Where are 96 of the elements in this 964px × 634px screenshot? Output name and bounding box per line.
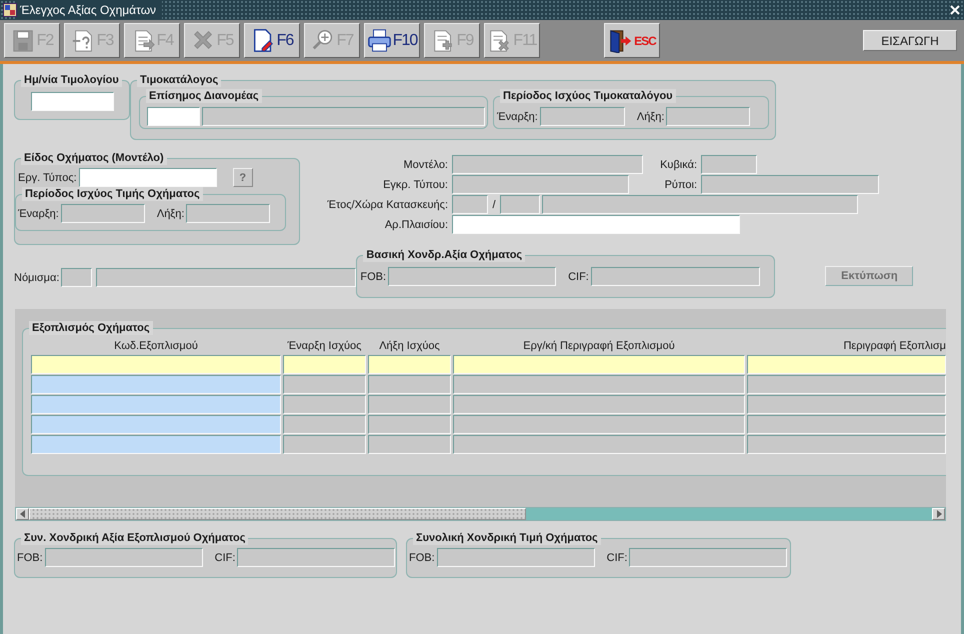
input-field[interactable]: [452, 155, 643, 174]
field-label: FOB:: [360, 270, 386, 282]
column-header: Κωδ.Εξοπλισμού: [113, 339, 199, 354]
field-label: CIF:: [568, 270, 589, 282]
input-field[interactable]: [388, 267, 556, 286]
column-header: Λήξη Ισχύος: [378, 339, 441, 354]
input-field[interactable]: [452, 195, 488, 214]
input-field[interactable]: [701, 155, 757, 174]
table-cell[interactable]: [368, 375, 451, 394]
toolbar-button[interactable]: ESC: [604, 23, 660, 58]
input-field[interactable]: [147, 107, 200, 126]
table-cell[interactable]: [747, 435, 946, 454]
input-field[interactable]: [237, 548, 396, 567]
table-cell[interactable]: [453, 375, 745, 394]
input-field[interactable]: [186, 204, 270, 223]
input-field[interactable]: [542, 195, 858, 214]
toolbar-button[interactable]: F6: [244, 23, 300, 58]
column-header: Περιγραφή Εξοπλισμ: [842, 339, 946, 354]
right-arrow-icon[interactable]: [936, 510, 942, 518]
table-cell[interactable]: [747, 355, 946, 374]
field-label: CIF:: [606, 552, 628, 564]
table-cell[interactable]: [747, 415, 946, 434]
table-cell[interactable]: [283, 355, 366, 374]
input-field[interactable]: [701, 175, 879, 194]
table-cell[interactable]: [453, 355, 745, 374]
field-label: CIF:: [214, 552, 236, 564]
input-field[interactable]: [78, 168, 217, 187]
field-label: Κυβικά:: [659, 158, 698, 170]
group-title: Ημ/νία Τιμολογίου: [21, 73, 122, 87]
field-label: Νόμισμα:: [14, 272, 60, 284]
input-field[interactable]: [30, 92, 114, 111]
printer-icon: [366, 28, 392, 53]
field-label: FOB:: [17, 552, 43, 564]
field-label: Έναρξη:: [497, 110, 538, 122]
table-cell[interactable]: [368, 395, 451, 414]
toolbar-button[interactable]: F10: [364, 23, 420, 58]
table-cell[interactable]: [453, 395, 745, 414]
table-cell[interactable]: [283, 375, 366, 394]
input-field[interactable]: [202, 107, 485, 126]
app-icon: [3, 3, 17, 17]
input-field[interactable]: [629, 548, 788, 567]
left-arrow-icon[interactable]: [20, 510, 26, 518]
input-field[interactable]: [452, 175, 629, 194]
input-field[interactable]: [436, 548, 595, 567]
field-label: Λήξη:: [156, 208, 184, 220]
table-cell[interactable]: [31, 435, 281, 454]
column-header: Εργ/κή Περιγραφή Εξοπλισμού: [522, 339, 676, 354]
table-cell[interactable]: [283, 435, 366, 454]
table-cell[interactable]: [747, 375, 946, 394]
input-field[interactable]: [44, 548, 203, 567]
group-title: Περίοδος Ισχύος Τιμής Οχήματος: [22, 187, 203, 201]
group-title: Βασική Χονδρ.Αξία Οχήματος: [363, 248, 526, 262]
table-cell[interactable]: [31, 415, 281, 434]
field-label: FOB:: [409, 552, 435, 564]
column-header: Έναρξη Ισχύος: [286, 339, 362, 354]
table-cell[interactable]: [368, 435, 451, 454]
group-title: Περίοδος Ισχύος Τιμοκαταλόγου: [500, 89, 676, 103]
input-field[interactable]: [540, 107, 625, 126]
table-cell[interactable]: [368, 355, 451, 374]
window-title: Έλεγχος Αξίας Οχημάτων: [17, 0, 162, 20]
field-label: Μοντέλο:: [402, 158, 449, 170]
close-icon[interactable]: [950, 5, 960, 15]
separator-text: /: [491, 198, 497, 210]
input-field[interactable]: [666, 107, 750, 126]
field-label: Έναρξη:: [18, 208, 59, 220]
field-label: Έτος/Χώρα Κατασκευής:: [326, 198, 449, 210]
table-cell[interactable]: [31, 395, 281, 414]
table-cell[interactable]: [31, 355, 281, 374]
group-title: Επίσημος Διανομέας: [146, 89, 262, 103]
table-cell[interactable]: [31, 375, 281, 394]
group-title: Συν. Χονδρική Αξία Εξοπλισμού Οχήματος: [21, 531, 248, 545]
table-cell[interactable]: [368, 415, 451, 434]
input-field[interactable]: [452, 215, 740, 234]
group-title: Εξοπλισμός Οχήματος: [29, 321, 153, 335]
group-title: Είδος Οχήματος (Μοντέλο): [21, 151, 167, 165]
door-arrow-icon: [608, 28, 634, 53]
field-label: Εργ. Τύπος:: [18, 172, 77, 184]
floppy-icon: [10, 28, 36, 53]
horizontal-scrollbar[interactable]: [15, 507, 946, 521]
field-label: Λήξη:: [636, 110, 664, 122]
field-label: Ρύποι:: [664, 178, 698, 190]
group-title: Συνολική Χονδρική Τιμή Οχήματος: [413, 531, 601, 545]
table-cell[interactable]: [453, 435, 745, 454]
input-field[interactable]: [590, 267, 760, 286]
input-field[interactable]: [96, 268, 356, 287]
mode-indicator: ΕΙΣΑΓΩΓΗ: [863, 30, 957, 51]
table-cell[interactable]: [453, 415, 745, 434]
field-label: Αρ.Πλαισίου:: [384, 218, 449, 230]
input-field[interactable]: [61, 268, 92, 287]
table-cell[interactable]: [283, 395, 366, 414]
input-field[interactable]: [500, 195, 540, 214]
input-field[interactable]: [60, 204, 145, 223]
table-cell[interactable]: [747, 395, 946, 414]
table-cell[interactable]: [283, 415, 366, 434]
group-title: Τιμοκατάλογος: [137, 73, 222, 87]
field-label: Εγκρ. Τύπου:: [382, 178, 449, 190]
